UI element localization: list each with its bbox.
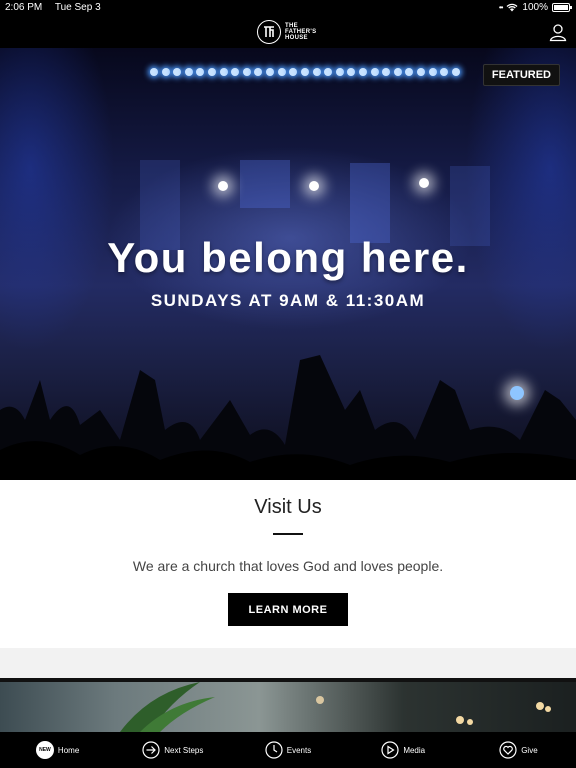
heart-circle-icon xyxy=(499,741,517,759)
church-logo[interactable]: THE FATHER'S HOUSE xyxy=(257,20,325,44)
visit-us-card: Visit Us We are a church that loves God … xyxy=(0,480,576,648)
play-circle-icon xyxy=(381,741,399,759)
battery-icon xyxy=(552,3,572,12)
tab-label-give: Give xyxy=(521,745,538,755)
plant-leaves-graphic xyxy=(120,682,551,732)
logo-mark-icon xyxy=(257,20,281,44)
tab-media[interactable]: Media xyxy=(346,732,461,768)
logo-line-3: HOUSE xyxy=(285,35,308,41)
tab-events[interactable]: Events xyxy=(230,732,345,768)
featured-hero-image[interactable]: FEATURED You belong here. SUNDAYS AT 9AM… xyxy=(0,48,576,480)
app-header: THE FATHER'S HOUSE xyxy=(0,16,576,48)
card-description: We are a church that loves God and loves… xyxy=(132,558,444,574)
new-badge-icon: NEW xyxy=(35,741,54,759)
tab-next-steps[interactable]: Next Steps xyxy=(115,732,230,768)
profile-button[interactable] xyxy=(548,22,568,42)
learn-more-button[interactable]: LEARN MORE xyxy=(228,593,348,626)
tab-label-events: Events xyxy=(286,745,312,755)
clock-icon xyxy=(265,741,283,759)
battery-percent: 100% xyxy=(522,2,548,13)
tab-label-next-steps: Next Steps xyxy=(164,745,204,755)
crowd-silhouette xyxy=(0,355,576,480)
status-date: Tue Sep 3 xyxy=(54,2,101,13)
bottom-tab-bar: NEW Home Next Steps Events Media Give xyxy=(0,732,576,768)
status-time: 2:06 PM xyxy=(5,2,43,13)
status-bar: 2:06 PM Tue Sep 3 •• 100% xyxy=(0,0,576,16)
signal-dots-icon: •• xyxy=(498,3,504,12)
hero-title: You belong here. xyxy=(107,234,469,281)
arrow-circle-icon xyxy=(142,741,160,759)
user-icon xyxy=(549,24,567,42)
hero-subtitle: SUNDAYS AT 9AM & 11:30AM xyxy=(150,291,426,310)
featured-badge: FEATURED xyxy=(482,64,560,86)
card-title: Visit Us xyxy=(254,496,322,518)
tab-give[interactable]: Give xyxy=(461,732,576,768)
stage-light-bar xyxy=(150,66,460,78)
logo-text: THE FATHER'S HOUSE xyxy=(285,23,325,41)
tab-label-media: Media xyxy=(403,745,426,755)
tab-label-home: Home xyxy=(57,745,80,755)
wifi-icon xyxy=(506,3,518,12)
section-spacer xyxy=(0,648,576,678)
next-card-image[interactable] xyxy=(0,682,576,732)
title-divider xyxy=(273,533,303,535)
tab-home[interactable]: NEW Home xyxy=(0,732,115,768)
